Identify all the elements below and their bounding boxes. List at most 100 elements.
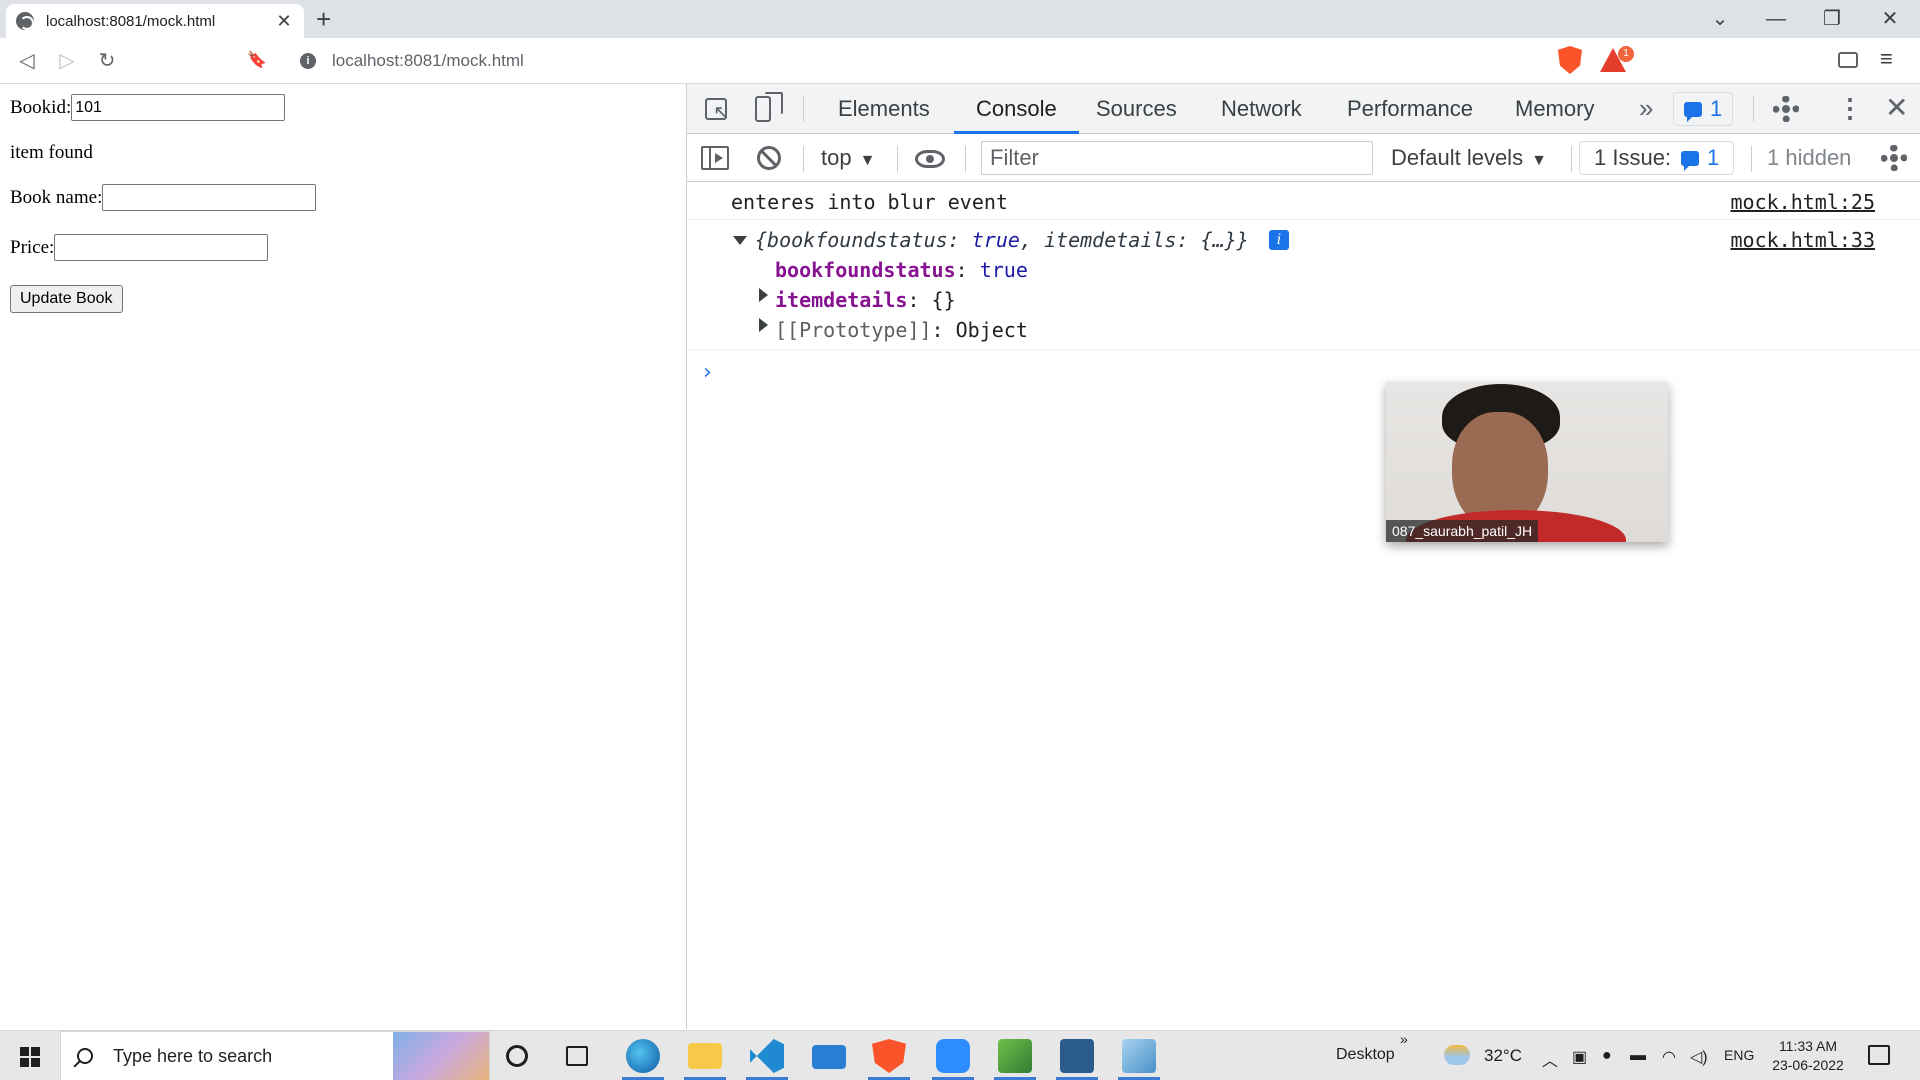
search-highlight-image (393, 1032, 489, 1080)
bookname-input[interactable] (102, 184, 317, 211)
tab-memory[interactable]: Memory (1511, 84, 1598, 134)
show-hidden-icons-icon[interactable]: ︿ (1542, 1047, 1558, 1071)
bookname-label: Book name: (10, 186, 103, 208)
browser-menu-icon[interactable]: ≡ (1880, 46, 1893, 72)
issues-label: 1 Issue: (1594, 145, 1672, 170)
desktop-toolbar-label[interactable]: Desktop (1336, 1046, 1395, 1064)
file-explorer-icon[interactable] (688, 1043, 722, 1069)
cortana-icon[interactable] (506, 1045, 528, 1067)
windows-start-icon[interactable] (20, 1047, 40, 1067)
update-book-button[interactable]: Update Book (10, 285, 123, 313)
vscode-icon[interactable] (750, 1039, 784, 1073)
bookid-label: Bookid: (10, 96, 72, 118)
more-options-icon[interactable]: ⋮ (1837, 90, 1863, 126)
more-tabs-chevron-icon[interactable]: » (1639, 84, 1653, 132)
context-selector[interactable]: top ▼ (821, 134, 875, 185)
brave-icon[interactable] (872, 1039, 906, 1073)
microphone-icon[interactable]: ● (1602, 1047, 1612, 1065)
log-levels-dropdown[interactable]: Default levels ▼ (1391, 134, 1547, 185)
volume-icon[interactable]: ◁) (1690, 1047, 1708, 1067)
bookmark-icon[interactable]: 🔖 (242, 46, 272, 76)
divider (803, 146, 804, 172)
console-message: enteres into blur event mock.html:25 (687, 182, 1920, 220)
zoom-icon[interactable] (936, 1039, 970, 1073)
issues-counter-value: 1 (1710, 96, 1723, 121)
console-sidebar-toggle-icon[interactable] (701, 146, 729, 170)
meet-now-icon[interactable]: ▣ (1572, 1047, 1587, 1067)
back-button[interactable]: ◁ (12, 46, 42, 76)
console-filter-input[interactable] (981, 141, 1373, 175)
device-toolbar-icon[interactable] (755, 92, 783, 122)
expand-triangle-icon[interactable] (759, 288, 768, 302)
search-icon (77, 1048, 93, 1064)
tab-network[interactable]: Network (1217, 84, 1306, 134)
new-tab-button[interactable]: + (316, 6, 331, 32)
temperature[interactable]: 32°C (1484, 1046, 1522, 1066)
tab-search-button[interactable]: ⌄ (1700, 6, 1740, 32)
price-row: Price: (10, 234, 269, 261)
weather-icon[interactable] (1444, 1045, 1470, 1065)
edge-icon[interactable] (626, 1039, 660, 1073)
desktop-chevron-icon[interactable]: » (1400, 1031, 1408, 1047)
site-info-icon[interactable]: i (300, 53, 316, 69)
hidden-messages-count: 1 hidden (1767, 145, 1852, 170)
issues-counter-button[interactable]: 1 (1673, 92, 1734, 126)
app-icon[interactable] (998, 1039, 1032, 1073)
forward-button[interactable]: ▷ (52, 46, 82, 76)
tab-performance[interactable]: Performance (1343, 84, 1477, 134)
price-input[interactable] (54, 234, 269, 261)
issues-button[interactable]: 1 Issue: 1 (1579, 141, 1735, 175)
taskbar-clock[interactable]: 11:33 AM 23-06-2022 (1770, 1037, 1846, 1075)
object-property[interactable]: [[Prototype]]: Object (775, 318, 1028, 342)
clear-console-icon[interactable] (757, 146, 781, 170)
battery-icon[interactable]: ▬ (1630, 1047, 1646, 1065)
object-property[interactable]: itemdetails: {} (775, 288, 956, 312)
settings-gear-icon[interactable] (1773, 96, 1799, 122)
inspect-element-icon[interactable] (705, 98, 730, 125)
tab-strip: localhost:8081/mock.html ✕ + ⌄ — ❐ ✕ (0, 0, 1920, 38)
tab-close-button[interactable]: ✕ (274, 11, 294, 32)
tab-elements[interactable]: Elements (834, 84, 934, 134)
browser-toolbar: ◁ ▷ ↻ 🔖 i localhost:8081/mock.html 1 ≡ (0, 38, 1920, 84)
brave-shields-icon[interactable] (1558, 46, 1582, 74)
webcam-label: 087_saurabh_patil_JH (1386, 520, 1539, 542)
object-summary[interactable]: {bookfoundstatus: true, itemdetails: {…}… (755, 228, 1249, 252)
task-view-icon[interactable] (566, 1046, 588, 1066)
console-source-link[interactable]: mock.html:33 (1731, 228, 1876, 252)
devtools-close-icon[interactable]: ✕ (1885, 90, 1908, 126)
tab-console[interactable]: Console (954, 84, 1079, 134)
language-indicator[interactable]: ENG (1724, 1047, 1754, 1063)
console-settings-gear-icon[interactable] (1881, 145, 1907, 171)
browser-tab[interactable]: localhost:8081/mock.html ✕ (6, 4, 304, 38)
notepad-icon[interactable] (1122, 1039, 1156, 1073)
divider (965, 146, 966, 172)
restore-button[interactable]: ❐ (1812, 6, 1852, 32)
collapse-triangle-icon[interactable] (733, 236, 747, 245)
wallet-icon[interactable] (1838, 52, 1858, 68)
taskbar-search[interactable]: Type here to search (60, 1031, 490, 1080)
live-expression-eye-icon[interactable] (915, 150, 945, 168)
status-row: item found (10, 142, 93, 164)
price-label: Price: (10, 236, 55, 258)
reload-button[interactable]: ↻ (92, 46, 122, 76)
minimize-button[interactable]: — (1756, 6, 1796, 32)
console-source-link[interactable]: mock.html:25 (1731, 190, 1876, 214)
tab-sources[interactable]: Sources (1092, 84, 1181, 134)
message-icon (1684, 101, 1702, 122)
notification-center-icon[interactable] (1868, 1045, 1890, 1065)
bookid-row: Bookid: (10, 94, 286, 121)
window-close-button[interactable]: ✕ (1870, 6, 1910, 32)
clock-date: 23-06-2022 (1772, 1057, 1844, 1073)
context-value: top (821, 145, 852, 170)
wifi-icon[interactable]: ◠ (1662, 1047, 1676, 1067)
mail-icon[interactable] (812, 1045, 846, 1069)
bookid-input[interactable] (71, 94, 286, 121)
console-output: enteres into blur event mock.html:25 {bo… (687, 182, 1920, 350)
divider (803, 96, 804, 122)
terminal-icon[interactable] (1060, 1039, 1094, 1073)
address-bar[interactable]: i localhost:8081/mock.html (286, 43, 1556, 79)
console-prompt-icon[interactable]: › (703, 360, 712, 385)
status-text: item found (10, 142, 93, 163)
log-levels-label: Default levels (1391, 145, 1524, 170)
expand-triangle-icon[interactable] (759, 318, 768, 332)
